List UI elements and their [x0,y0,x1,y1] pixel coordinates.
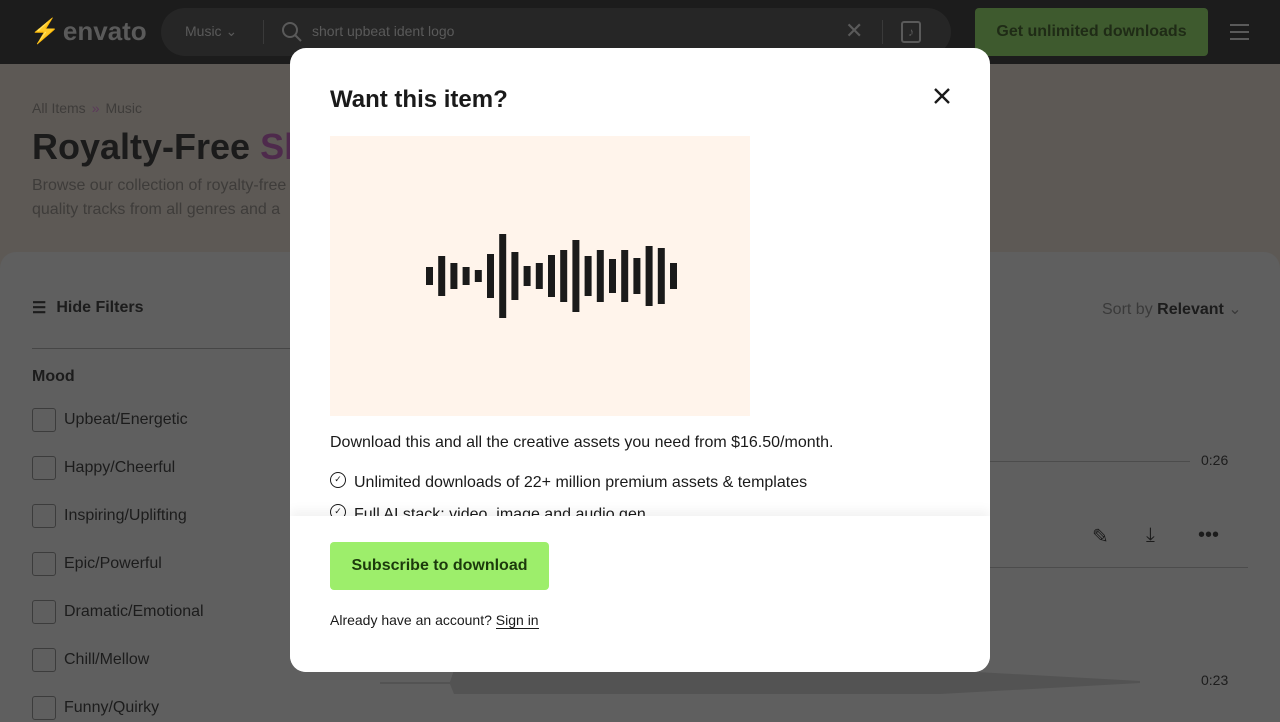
waveform-baseline [980,461,1190,462]
chevron-down-icon: ⌄ [1228,301,1242,318]
modal-description: Download this and all the creative asset… [330,434,834,451]
hamburger-menu-icon[interactable] [1230,24,1249,45]
modal-footer: Subscribe to download Already have an ac… [290,516,990,672]
sign-in-link[interactable]: Sign in [495,612,539,629]
mood-option[interactable]: Inspiring/Uplifting [32,504,187,528]
mood-option[interactable]: Chill/Mellow [32,648,149,672]
search-input[interactable]: short upbeat ident logo [312,23,454,39]
item-preview [330,136,750,416]
mood-option[interactable]: Funny/Quirky [32,696,159,720]
modal-title: Want this item? [330,86,508,113]
divider [32,348,302,349]
download-icon[interactable]: ⤓ [1146,524,1155,547]
checkbox[interactable] [32,600,56,624]
sliders-icon: ☰ [32,300,47,317]
mood-option[interactable]: Epic/Powerful [32,552,162,576]
hide-filters-button[interactable]: ☰ Hide Filters [32,298,143,318]
search-icon [282,22,302,42]
chevron-down-icon: ⌄ [225,23,238,39]
checkbox[interactable] [32,504,56,528]
feature-item: ✓ Unlimited downloads of 22+ million prem… [330,472,807,492]
leaf-icon: ⚡ [30,18,60,45]
sort-dropdown[interactable]: Sort by Relevant ⌄ [1102,299,1242,319]
track-duration: 0:23 [1201,672,1229,688]
divider [263,20,264,44]
breadcrumb-music[interactable]: Music [105,100,142,116]
mood-option[interactable]: Dramatic/Emotional [32,600,204,624]
envato-logo[interactable]: ⚡ envato [30,16,147,47]
category-select[interactable]: Music ⌄ [185,23,237,40]
more-options-icon[interactable]: ••• [1198,524,1219,547]
clear-search-icon[interactable]: ✕ [845,18,863,44]
subscribe-button[interactable]: Subscribe to download [330,542,549,590]
divider [882,20,883,44]
mood-option[interactable]: Upbeat/Energetic [32,408,188,432]
get-unlimited-downloads-button[interactable]: Get unlimited downloads [975,8,1208,56]
waveform-icon [426,234,677,318]
check-circle-icon: ✓ [330,472,346,488]
audio-search-icon[interactable]: ♪ [901,21,921,43]
checkbox[interactable] [32,456,56,480]
subscribe-modal: Want this item? Download this and all th… [290,48,990,672]
ai-edit-icon[interactable]: ✎ [1092,524,1109,549]
close-icon[interactable] [930,84,954,108]
track-duration: 0:26 [1201,452,1229,468]
divider [980,567,1248,568]
checkbox[interactable] [32,552,56,576]
sign-in-prompt: Already have an account? Sign in [330,612,539,629]
page-title: Royalty-Free Sh [32,126,307,167]
checkbox[interactable] [32,696,56,720]
mood-option[interactable]: Happy/Cheerful [32,456,175,480]
checkbox[interactable] [32,408,56,432]
breadcrumb-all-items[interactable]: All Items [32,100,86,116]
breadcrumb: All Items» Music [32,100,143,116]
mood-heading: Mood [32,368,75,385]
checkbox[interactable] [32,648,56,672]
